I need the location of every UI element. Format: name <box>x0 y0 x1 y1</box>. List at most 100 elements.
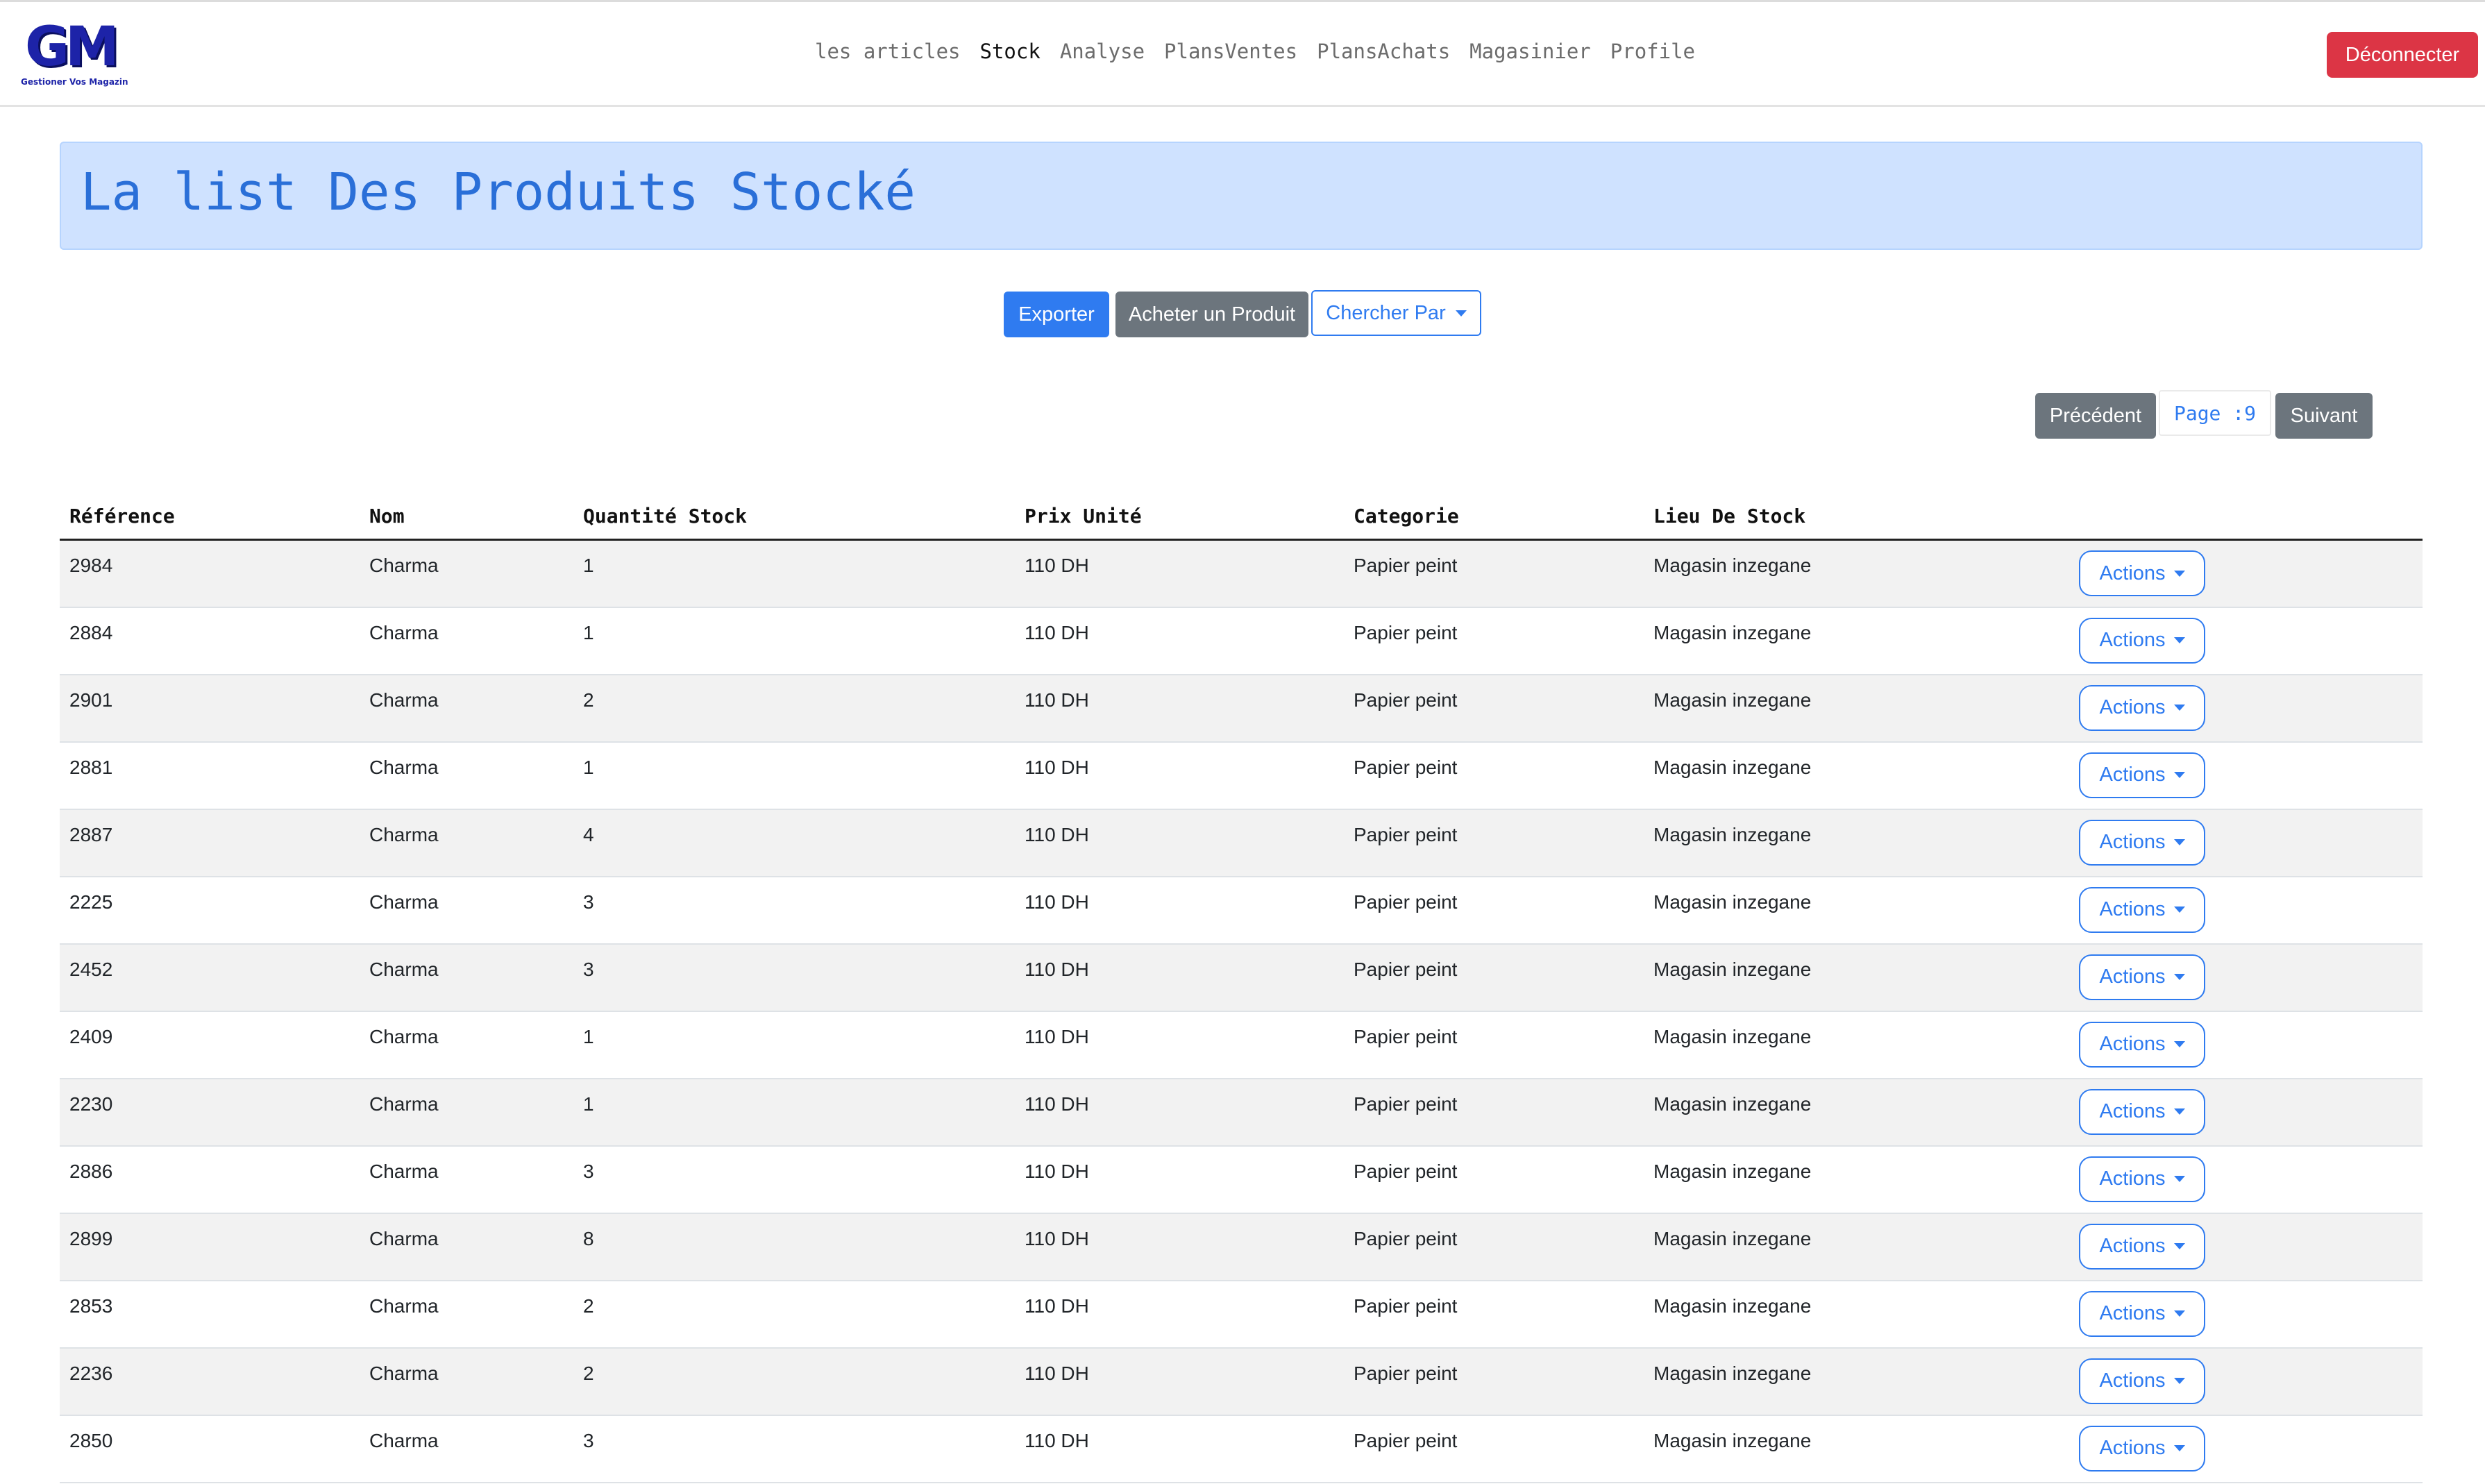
actions-label: Actions <box>2099 562 2166 584</box>
actions-dropdown-button[interactable]: Actions <box>2079 752 2205 798</box>
actions-dropdown-button[interactable]: Actions <box>2079 886 2205 933</box>
cell-reference: 2886 <box>60 1145 360 1214</box>
cell-reference: 2452 <box>60 943 360 1012</box>
nav-link-profile[interactable]: Profile <box>1610 40 1695 63</box>
actions-dropdown-button[interactable]: Actions <box>2079 550 2205 596</box>
actions-dropdown-button[interactable]: Actions <box>2079 1021 2205 1068</box>
cell-lieu: Magasin inzegane <box>1644 876 2069 945</box>
cell-prix-text: 110 DH <box>1025 958 1089 980</box>
nav-link-analyse[interactable]: Analyse <box>1060 40 1145 63</box>
cell-quantite: 1 <box>573 539 1015 608</box>
actions-dropdown-button[interactable]: Actions <box>2079 1223 2205 1270</box>
table-header-row: Référence Nom Quantité Stock Prix Unité … <box>60 493 2423 541</box>
caret-down-icon <box>2173 1176 2185 1182</box>
caret-down-icon <box>2173 1310 2185 1317</box>
table-row: 2881 Charma 1 110 DH Papier peint Magasin inz… <box>60 741 2423 810</box>
actions-dropdown-button[interactable]: Actions <box>2079 1156 2205 1202</box>
cell-nom: Charma <box>360 1011 573 1079</box>
cell-nom: Charma <box>360 943 573 1012</box>
search-by-dropdown[interactable]: Chercher Par <box>1311 290 1481 336</box>
actions-dropdown-button[interactable]: Actions <box>2079 1358 2205 1404</box>
cell-prix: 110 DH <box>1015 1213 1344 1281</box>
buy-product-button[interactable]: Acheter un Produit <box>1115 292 1308 337</box>
cell-quantite-text: 3 <box>583 958 594 980</box>
cell-nom: Charma <box>360 741 573 810</box>
page-indicator: Page :9 <box>2159 390 2271 436</box>
caret-down-icon <box>2173 1378 2185 1384</box>
actions-label: Actions <box>2099 898 2166 920</box>
actions-dropdown-button[interactable]: Actions <box>2079 819 2205 866</box>
cell-lieu-text: Magasin inzegane <box>1653 555 1812 576</box>
cell-quantite-text: 1 <box>583 621 594 643</box>
cell-categorie: Papier peint <box>1344 1078 1644 1147</box>
cell-categorie-text: Papier peint <box>1354 1227 1458 1249</box>
cell-quantite: 3 <box>573 943 1015 1012</box>
cell-quantite-text: 3 <box>583 1429 594 1451</box>
header-lieu: Lieu De Stock <box>1644 493 2069 541</box>
export-button[interactable]: Exporter <box>1004 292 1109 337</box>
cell-prix-text: 110 DH <box>1025 1025 1089 1047</box>
actions-label: Actions <box>2099 696 2166 718</box>
cell-nom-text: Charma <box>369 1295 439 1317</box>
actions-label: Actions <box>2099 831 2166 853</box>
nav-link-stock[interactable]: Stock <box>980 40 1041 63</box>
actions-dropdown-button[interactable]: Actions <box>2079 617 2205 664</box>
actions-dropdown-button[interactable]: Actions <box>2079 684 2205 731</box>
cell-nom: Charma <box>360 674 573 743</box>
cell-reference-text: 2853 <box>69 1295 113 1317</box>
cell-quantite-text: 2 <box>583 689 594 711</box>
cell-nom-text: Charma <box>369 1429 439 1451</box>
cell-actions: Actions <box>2069 1347 2423 1416</box>
top-navbar: GM Gestioner Vos Magazin les articles St… <box>0 0 2485 107</box>
caret-down-icon <box>2173 1445 2185 1451</box>
actions-dropdown-button[interactable]: Actions <box>2079 1088 2205 1135</box>
cell-actions: Actions <box>2069 1011 2423 1079</box>
nav-link-plansachats[interactable]: PlansAchats <box>1317 40 1450 63</box>
cell-prix: 110 DH <box>1015 674 1344 743</box>
cell-prix: 110 DH <box>1015 1280 1344 1349</box>
cell-reference: 2884 <box>60 607 360 675</box>
table-row: 2236 Charma 2 110 DH Papier peint Magasin inz… <box>60 1347 2423 1416</box>
nav-link-magasinier[interactable]: Magasinier <box>1469 40 1591 63</box>
nav-link-articles[interactable]: les articles <box>815 40 961 63</box>
cell-prix: 110 DH <box>1015 1347 1344 1416</box>
cell-quantite-text: 4 <box>583 823 594 845</box>
actions-dropdown-button[interactable]: Actions <box>2079 1290 2205 1337</box>
cell-lieu-text: Magasin inzegane <box>1653 1429 1812 1451</box>
cell-reference-text: 2881 <box>69 756 113 778</box>
nav-link-plansventes[interactable]: PlansVentes <box>1164 40 1297 63</box>
actions-label: Actions <box>2099 1369 2166 1392</box>
cell-categorie-text: Papier peint <box>1354 689 1458 711</box>
cell-nom-text: Charma <box>369 756 439 778</box>
actions-dropdown-button[interactable]: Actions <box>2079 1425 2205 1472</box>
logout-button[interactable]: Déconnecter <box>2327 32 2478 78</box>
cell-quantite-text: 3 <box>583 1160 594 1182</box>
caret-down-icon <box>2173 637 2185 643</box>
cell-categorie-text: Papier peint <box>1354 1362 1458 1384</box>
next-page-button[interactable]: Suivant <box>2275 393 2373 439</box>
caret-down-icon <box>2173 1041 2185 1047</box>
cell-nom-text: Charma <box>369 891 439 913</box>
cell-prix: 110 DH <box>1015 809 1344 877</box>
cell-lieu: Magasin inzegane <box>1644 607 2069 675</box>
cell-categorie: Papier peint <box>1344 1280 1644 1349</box>
previous-page-button[interactable]: Précédent <box>2035 393 2156 439</box>
cell-prix: 110 DH <box>1015 1145 1344 1214</box>
cell-quantite-text: 8 <box>583 1227 594 1249</box>
actions-label: Actions <box>2099 1437 2166 1459</box>
cell-lieu-text: Magasin inzegane <box>1653 1093 1812 1115</box>
cell-categorie: Papier peint <box>1344 1145 1644 1214</box>
cell-actions: Actions <box>2069 1415 2423 1483</box>
cell-actions: Actions <box>2069 1213 2423 1281</box>
page-title: La list Des Produits Stocké <box>81 162 916 222</box>
logo[interactable]: GM Gestioner Vos Magazin <box>21 20 132 90</box>
cell-categorie: Papier peint <box>1344 1213 1644 1281</box>
cell-nom-text: Charma <box>369 958 439 980</box>
table-row: 2225 Charma 3 110 DH Papier peint Magasin inz… <box>60 876 2423 945</box>
cell-categorie-text: Papier peint <box>1354 891 1458 913</box>
cell-categorie: Papier peint <box>1344 1415 1644 1483</box>
cell-categorie-text: Papier peint <box>1354 621 1458 643</box>
actions-dropdown-button[interactable]: Actions <box>2079 954 2205 1000</box>
cell-actions: Actions <box>2069 876 2423 945</box>
cell-reference-text: 2409 <box>69 1025 113 1047</box>
